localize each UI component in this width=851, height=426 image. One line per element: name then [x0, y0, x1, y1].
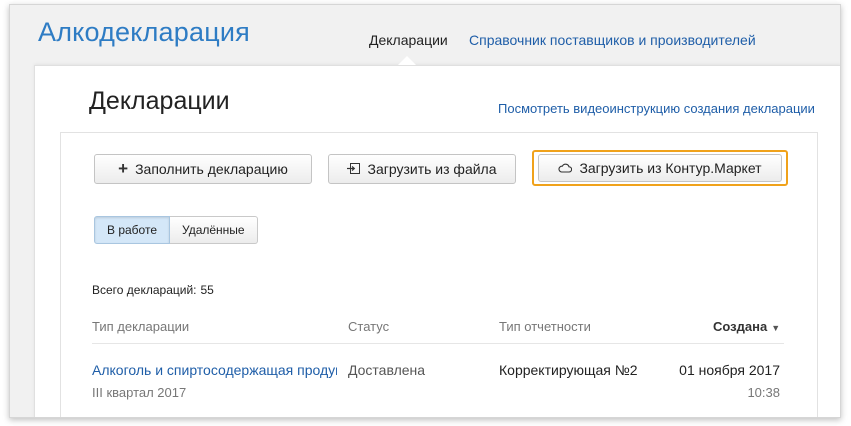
declaration-report-type: Корректирующая №2 [499, 362, 638, 378]
column-header-created-label: Создана [713, 319, 768, 334]
declaration-type-link[interactable]: Алкоголь и спиртосодержащая продукция [92, 362, 337, 378]
column-header-status: Статус [348, 319, 390, 334]
filter-in-progress[interactable]: В работе [94, 216, 171, 244]
nav-active-pointer [398, 56, 416, 65]
column-header-type: Тип декларации [92, 319, 190, 334]
nav-declarations[interactable]: Декларации [369, 32, 448, 48]
cloud-icon [558, 161, 573, 175]
column-header-report: Тип отчетности [499, 319, 591, 334]
declarations-panel: + Заполнить декларацию Загрузить из файл… [60, 132, 818, 417]
fill-declaration-button[interactable]: + Заполнить декларацию [94, 154, 312, 184]
column-header-created[interactable]: Создана ▼ [713, 319, 780, 334]
status-filter: В работе Удалённые [94, 216, 258, 244]
declaration-period: III квартал 2017 [92, 385, 187, 400]
upload-from-kontur-market-button[interactable]: Загрузить из Контур.Маркет [538, 154, 782, 182]
total-label: Всего деклараций: [92, 283, 197, 297]
upload-from-kontur-market-label: Загрузить из Контур.Маркет [579, 160, 762, 176]
import-file-icon [347, 162, 361, 176]
total-declarations: Всего деклараций: 55 [92, 283, 214, 297]
declaration-created-date: 01 ноября 2017 [679, 362, 780, 378]
upload-from-file-button[interactable]: Загрузить из файла [328, 154, 516, 184]
fill-declaration-label: Заполнить декларацию [135, 161, 288, 177]
declaration-status: Доставлена [348, 362, 426, 378]
video-instruction-link[interactable]: Посмотреть видеоинструкцию создания декл… [498, 101, 815, 116]
app-logo[interactable]: Алкодекларация [38, 17, 250, 48]
main-card: Декларации Посмотреть видеоинструкцию со… [34, 65, 840, 417]
sort-desc-icon: ▼ [771, 323, 781, 333]
market-button-highlight: Загрузить из Контур.Маркет [532, 150, 788, 186]
plus-icon: + [118, 158, 129, 178]
nav-suppliers-directory[interactable]: Справочник поставщиков и производителей [469, 32, 756, 48]
upload-from-file-label: Загрузить из файла [367, 161, 497, 177]
page-title: Декларации [89, 87, 230, 115]
total-count: 55 [200, 283, 214, 297]
header-divider [92, 343, 784, 344]
app-window: Алкодекларация Декларации Справочник пос… [9, 4, 841, 418]
filter-deleted[interactable]: Удалённые [170, 216, 258, 244]
declaration-created-time: 10:38 [747, 385, 780, 400]
